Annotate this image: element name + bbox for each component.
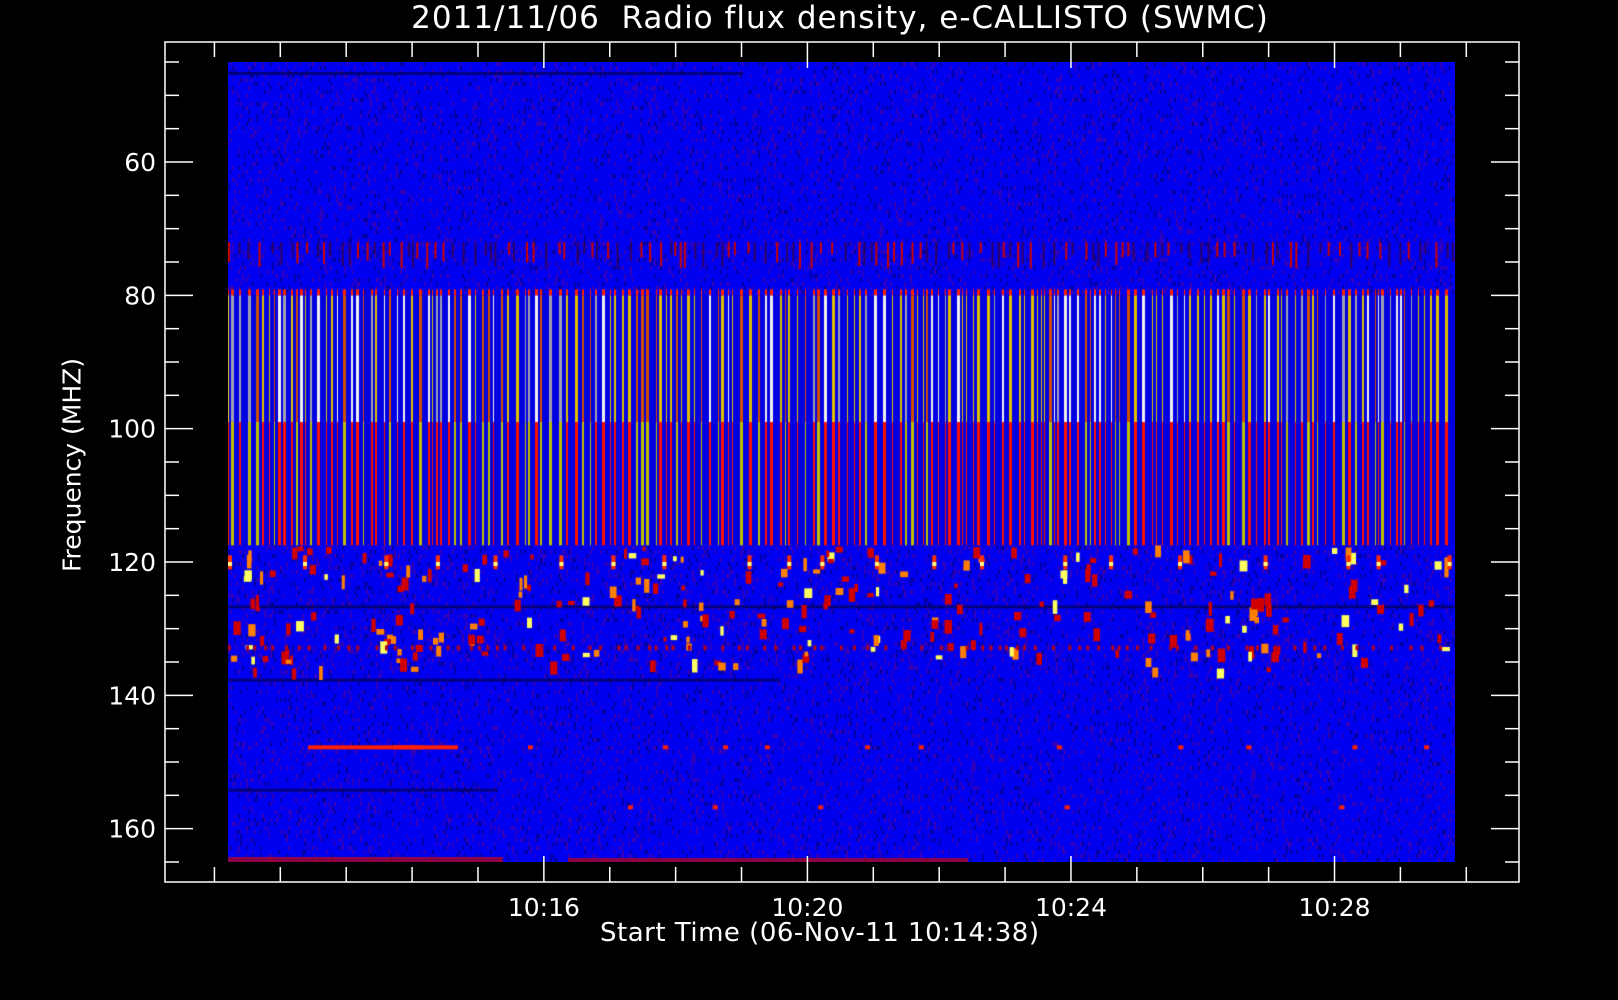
plot-axes: 10:16 10:20 10:24 10:286080100120140160 <box>108 41 1520 922</box>
x-tick-label: 10:16 <box>508 893 580 922</box>
x-tick-label: 10:28 <box>1298 893 1370 922</box>
y-tick-label: 60 <box>124 148 156 177</box>
y-tick-label: 100 <box>108 415 156 444</box>
y-tick-label: 120 <box>108 548 156 577</box>
x-tick-label: 10:24 <box>1035 893 1107 922</box>
y-tick-label: 80 <box>124 281 156 310</box>
y-tick-label: 160 <box>108 815 156 844</box>
y-axis-label: Frequency (MHZ) <box>57 357 87 573</box>
plot-frame <box>164 41 1520 883</box>
x-axis-label: Start Time (06-Nov-11 10:14:38) <box>600 918 1040 948</box>
y-tick-label: 140 <box>108 681 156 710</box>
